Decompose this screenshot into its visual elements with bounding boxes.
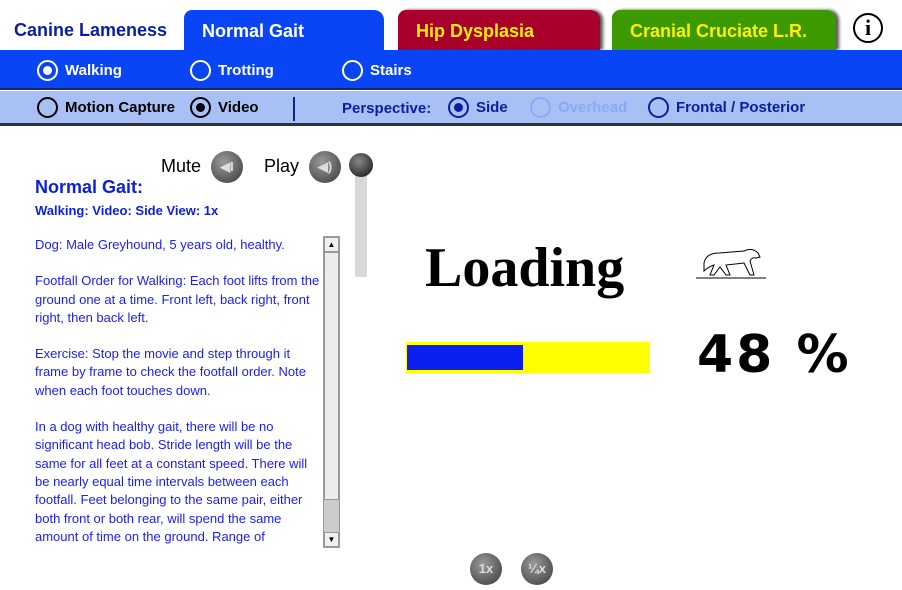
mute-label: Mute: [161, 156, 202, 176]
loading-percent: 48 %: [697, 325, 852, 385]
walking-dog-icon: [696, 248, 766, 279]
radio-trotting[interactable]: Trotting: [190, 60, 274, 81]
progress-fill: [407, 345, 524, 370]
loading-label: Loading: [425, 237, 625, 299]
gait-selector-bar: Walking Trotting Stairs: [0, 50, 902, 90]
radio-stairs[interactable]: Stairs: [342, 60, 412, 81]
radio-label: Side: [476, 99, 508, 116]
speed-quarter-button[interactable]: ¼x: [521, 553, 553, 585]
paragraph: Dog: Male Greyhound, 5 years old, health…: [35, 237, 285, 252]
radio-overhead: Overhead: [530, 97, 627, 118]
perspective-label: Perspective:: [342, 100, 432, 117]
radio-label: Frontal / Posterior: [676, 99, 806, 116]
tab-normal-gait[interactable]: Normal Gait: [184, 10, 384, 50]
scroll-thumb[interactable]: [324, 252, 339, 500]
paragraph: Footfall Order for Walking: Each foot li…: [35, 273, 320, 325]
description-text: Dog: Male Greyhound, 5 years old, health…: [35, 236, 325, 548]
radio-unselected-icon: [190, 60, 211, 81]
radio-unselected-icon: [530, 97, 551, 118]
top-bar: Canine Lameness Normal Gait Hip Dysplasi…: [0, 0, 902, 50]
paragraph: In a dog with healthy gait, there will b…: [35, 419, 308, 544]
radio-motion-capture[interactable]: Motion Capture: [37, 97, 175, 118]
volume-slider-handle[interactable]: [349, 153, 373, 177]
radio-label: Video: [218, 99, 259, 116]
app-title: Canine Lameness: [14, 20, 168, 40]
scroll-down-button[interactable]: ▼: [324, 532, 339, 547]
speaker-icon: ◀): [317, 159, 333, 174]
loading-progress-bar: [406, 342, 650, 373]
info-icon[interactable]: i: [853, 13, 883, 43]
radio-selected-icon: [37, 60, 58, 81]
view-options-bar: Motion Capture Video Perspective: Side O…: [0, 91, 902, 126]
speaker-muted-icon: ◀I: [220, 159, 234, 174]
radio-frontal-posterior[interactable]: Frontal / Posterior: [648, 97, 805, 118]
radio-selected-icon: [448, 97, 469, 118]
divider: [293, 97, 295, 121]
text-scrollbar[interactable]: ▲ ▼: [323, 236, 340, 548]
play-label: Play: [264, 156, 300, 176]
radio-label: Stairs: [370, 62, 412, 79]
radio-unselected-icon: [648, 97, 669, 118]
volume-slider-track[interactable]: [355, 165, 367, 277]
radio-label: Trotting: [218, 62, 274, 79]
radio-label: Overhead: [558, 99, 628, 116]
play-button[interactable]: ◀): [309, 151, 341, 183]
info-subtitle: Walking: Video: Side View: 1x: [35, 203, 219, 218]
radio-walking[interactable]: Walking: [37, 60, 122, 81]
mute-button[interactable]: ◀I: [211, 151, 243, 183]
radio-unselected-icon: [342, 60, 363, 81]
radio-unselected-icon: [37, 97, 58, 118]
speed-1x-button[interactable]: 1x: [470, 553, 502, 585]
tab-hip-dysplasia[interactable]: Hip Dysplasia: [398, 10, 600, 50]
tab-cranial-cruciate[interactable]: Cranial Cruciate L.R.: [612, 10, 836, 50]
radio-video[interactable]: Video: [190, 97, 259, 118]
info-title: Normal Gait:: [35, 177, 144, 197]
radio-label: Motion Capture: [65, 99, 175, 116]
radio-side[interactable]: Side: [448, 97, 508, 118]
radio-selected-icon: [190, 97, 211, 118]
radio-label: Walking: [65, 62, 122, 79]
scroll-up-button[interactable]: ▲: [324, 237, 339, 252]
paragraph: Exercise: Stop the movie and step throug…: [35, 346, 306, 398]
